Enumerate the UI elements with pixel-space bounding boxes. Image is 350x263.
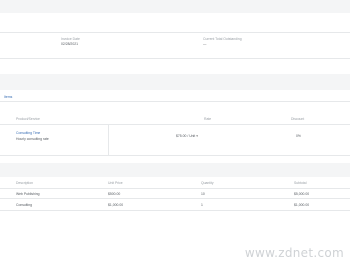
col-header-subtotal: Subtotal bbox=[294, 181, 307, 185]
row-2-unit-price: $1,000.00 bbox=[108, 203, 124, 207]
row-2-subtotal: $1,000.00 bbox=[294, 203, 310, 207]
summary-header-band bbox=[0, 163, 350, 177]
product-description: Hourly consulting rate bbox=[16, 137, 49, 141]
col-header-discount: Discount bbox=[291, 117, 305, 121]
outstanding-value: — bbox=[203, 42, 207, 46]
row-1-quantity: 10 bbox=[201, 192, 205, 196]
watermark-text: www.zdnet.com bbox=[244, 246, 344, 260]
product-name-link[interactable]: Consulting Time bbox=[16, 131, 40, 135]
rate-value: $75.00 / Unit bbox=[176, 134, 196, 138]
cell-divider bbox=[108, 124, 109, 155]
divider bbox=[0, 124, 350, 125]
col-header-product: Product/Service bbox=[16, 117, 40, 121]
discount-value: 0% bbox=[296, 134, 301, 138]
invoice-date-label: Invoice Date bbox=[61, 37, 80, 41]
section-band bbox=[0, 74, 350, 90]
divider bbox=[0, 101, 350, 102]
row-1-unit-price: $500.00 bbox=[108, 192, 121, 196]
row-2-quantity: 1 bbox=[201, 203, 203, 207]
row-1-description: Web Publishing bbox=[16, 192, 40, 196]
divider bbox=[0, 155, 350, 156]
row-2-description: Consulting bbox=[16, 203, 33, 207]
col-header-rate: Rate bbox=[204, 117, 212, 121]
col-header-description: Description bbox=[16, 181, 33, 185]
col-header-unit-price: Unit Price bbox=[108, 181, 123, 185]
outstanding-label: Current Total Outstanding bbox=[203, 37, 242, 41]
items-link[interactable]: Items bbox=[4, 95, 12, 99]
row-1-subtotal: $5,000.00 bbox=[294, 192, 310, 196]
divider bbox=[0, 188, 350, 189]
top-bar bbox=[0, 0, 350, 13]
invoice-date-value: 02/28/2021 bbox=[61, 42, 78, 46]
divider bbox=[0, 32, 350, 33]
divider bbox=[0, 210, 350, 211]
divider bbox=[0, 198, 350, 199]
divider bbox=[0, 58, 350, 59]
col-header-quantity: Quantity bbox=[201, 181, 214, 185]
chevron-down-icon: ▾ bbox=[196, 134, 198, 138]
rate-select[interactable]: $75.00 / Unit ▾ bbox=[176, 134, 198, 138]
